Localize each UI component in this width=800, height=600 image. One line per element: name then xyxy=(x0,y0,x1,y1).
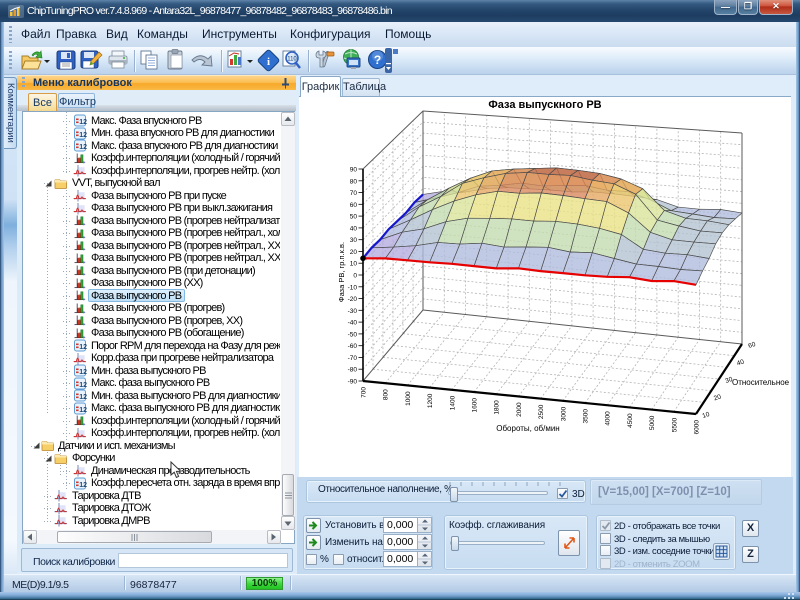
svg-text:-60: -60 xyxy=(348,343,358,350)
svg-text:-20: -20 xyxy=(348,296,358,303)
svg-text:1200: 1200 xyxy=(427,393,434,408)
svg-text:0: 0 xyxy=(353,273,357,280)
svg-text:Относительное на: Относительное на xyxy=(732,378,791,387)
svg-text:Фаза выпускного РВ: Фаза выпускного РВ xyxy=(488,99,601,111)
svg-text:90: 90 xyxy=(350,167,358,174)
svg-text:-80: -80 xyxy=(348,367,358,374)
svg-text:20: 20 xyxy=(350,249,358,256)
svg-text:3500: 3500 xyxy=(583,409,590,424)
svg-text:4500: 4500 xyxy=(627,413,634,428)
svg-text:-30: -30 xyxy=(348,308,358,315)
svg-text:700: 700 xyxy=(361,387,368,398)
svg-text:2500: 2500 xyxy=(538,404,545,419)
svg-text:Обороты, об/мин: Обороты, об/мин xyxy=(496,424,559,433)
svg-text:30: 30 xyxy=(350,237,358,244)
svg-text:1800: 1800 xyxy=(494,400,501,415)
svg-text:?: ? xyxy=(374,53,381,67)
svg-text:5000: 5000 xyxy=(649,415,656,430)
svg-text:-70: -70 xyxy=(348,355,358,362)
svg-text:50: 50 xyxy=(350,214,358,221)
svg-text:80: 80 xyxy=(350,178,358,185)
svg-text:i: i xyxy=(267,56,270,68)
svg-text:1400: 1400 xyxy=(449,395,456,410)
svg-text:6000: 6000 xyxy=(694,420,701,435)
svg-text:60: 60 xyxy=(350,202,358,209)
svg-text:-90: -90 xyxy=(348,379,358,386)
svg-text:5500: 5500 xyxy=(671,417,678,432)
svg-text:10: 10 xyxy=(350,261,358,268)
svg-text:3000: 3000 xyxy=(560,406,567,421)
svg-text:Фаза РВ, гр.п.к.в.: Фаза РВ, гр.п.к.в. xyxy=(337,242,346,302)
svg-text:1000: 1000 xyxy=(405,391,412,406)
svg-text:110: 110 xyxy=(287,57,297,63)
svg-text:40: 40 xyxy=(350,225,358,232)
svg-text:800: 800 xyxy=(383,389,390,400)
svg-text:2000: 2000 xyxy=(516,402,523,417)
svg-text:-40: -40 xyxy=(348,320,358,327)
svg-text:4000: 4000 xyxy=(605,411,612,426)
svg-text:-50: -50 xyxy=(348,331,358,338)
svg-text:1600: 1600 xyxy=(472,398,479,413)
svg-text:-10: -10 xyxy=(348,284,358,291)
svg-text:70: 70 xyxy=(350,190,358,197)
